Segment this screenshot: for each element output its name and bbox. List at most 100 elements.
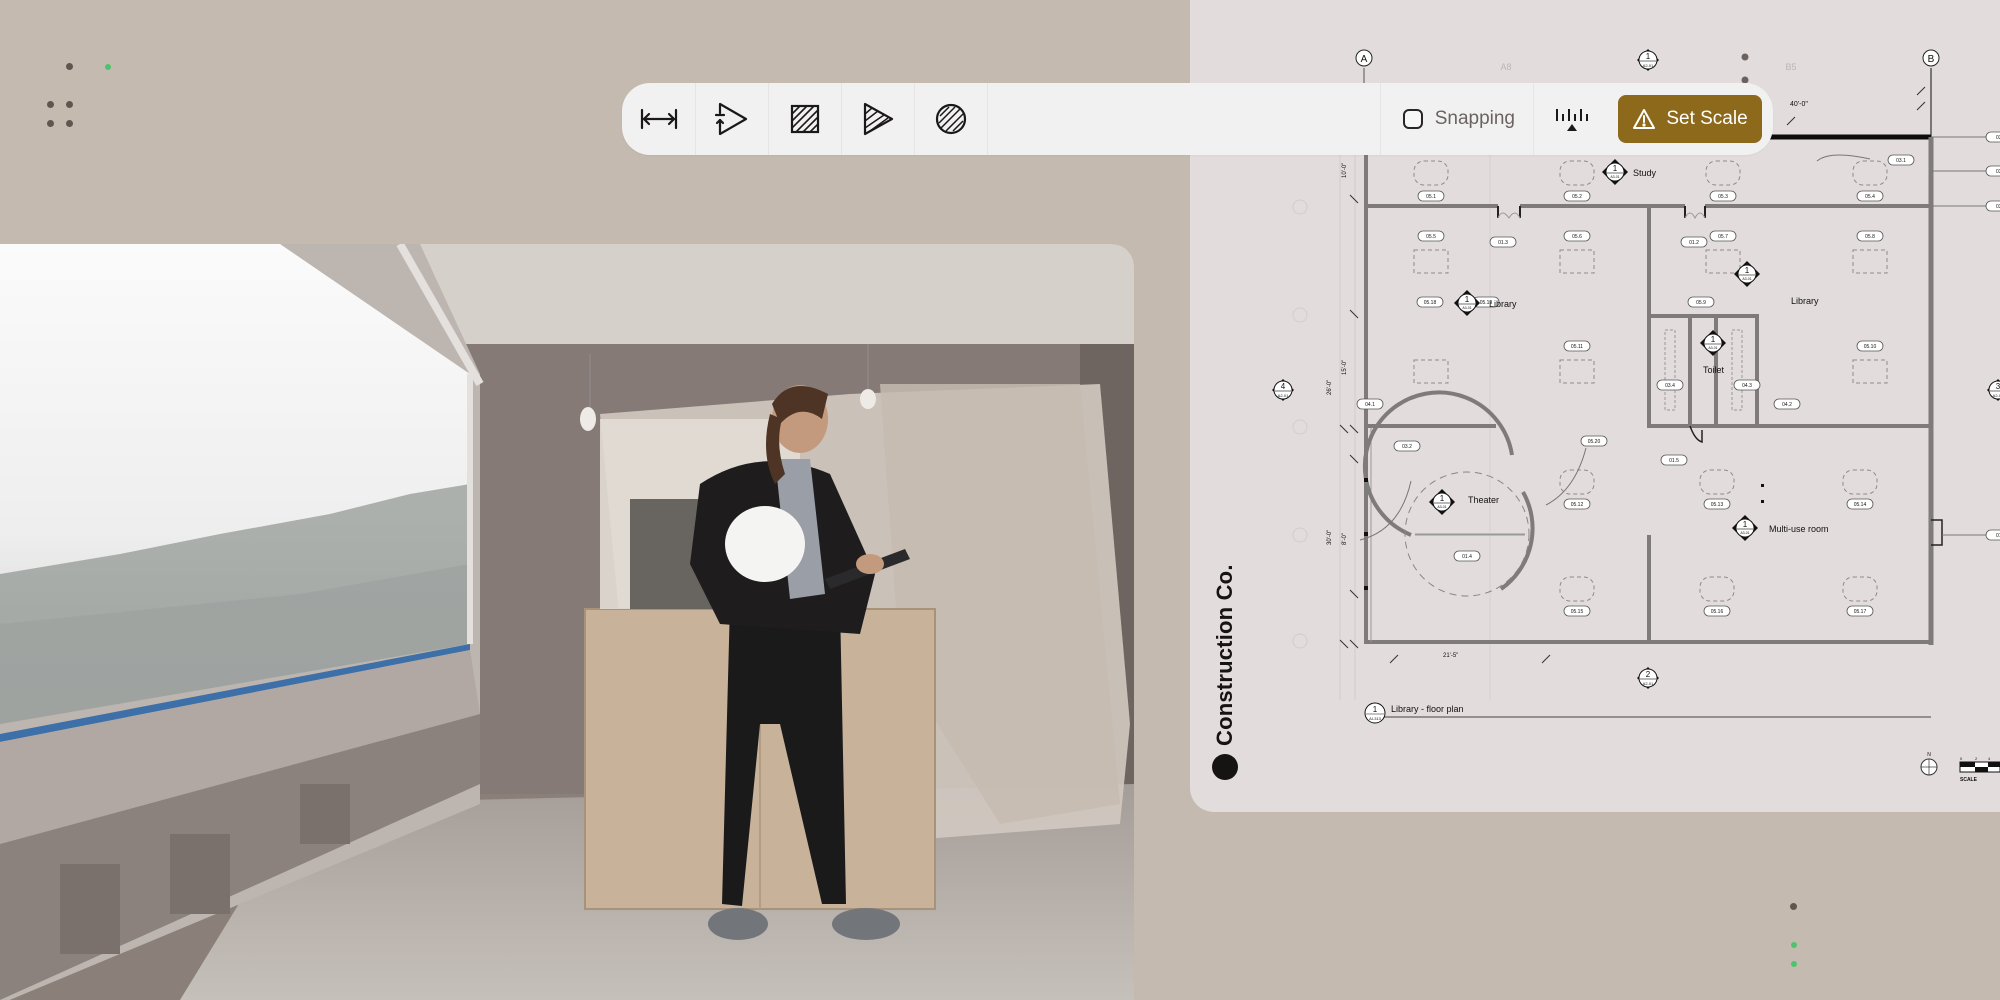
triangle-perimeter-icon (714, 102, 748, 136)
svg-text:A2-01: A2-01 (1643, 681, 1654, 686)
equipment-tag: 05.3 (1709, 190, 1737, 202)
room-reference-marker: 1 A3-01 (1602, 159, 1628, 185)
construction-site-photo (0, 244, 1134, 1000)
svg-text:2: 2 (1975, 756, 1978, 761)
svg-text:A: A (1361, 54, 1368, 65)
equipment-tag: 05.20 (1580, 435, 1608, 447)
equipment-tag: 05.6 (1563, 230, 1591, 242)
svg-text:04.2: 04.2 (1782, 402, 1792, 408)
decor-dot-green (105, 64, 111, 70)
set-scale-button[interactable]: Set Scale (1618, 95, 1762, 143)
svg-text:03.4: 03.4 (1665, 383, 1675, 389)
section-marker: 3 A2-01 (1987, 379, 2000, 401)
dimension-arrows-icon (640, 108, 677, 130)
equipment-tag: 05.5 (1417, 230, 1445, 242)
room-label: Toilet (1703, 365, 1725, 375)
hatched-triangle-icon (863, 102, 894, 136)
brand-dot-icon (1212, 754, 1238, 780)
dimension-bottom: 21'-5" (1443, 653, 1458, 659)
room-label: Theater (1468, 495, 1499, 505)
warning-icon (1633, 109, 1656, 129)
svg-text:01.4: 01.4 (1462, 554, 1472, 560)
svg-text:01.3: 01.3 (1498, 240, 1508, 246)
scale-tool-button[interactable] (1534, 83, 1610, 155)
equipment-tag: 03. (1985, 200, 2000, 212)
svg-text:B: B (1928, 54, 1935, 65)
svg-text:1: 1 (1440, 494, 1445, 503)
equipment-tag: 05.10 (1856, 340, 1884, 352)
svg-text:1: 1 (1745, 266, 1750, 275)
scale-bar: 0 2 4 SCALE (1959, 756, 2000, 783)
svg-text:05.2: 05.2 (1572, 194, 1582, 200)
grid-label-b5: B5 (1785, 62, 1796, 72)
hatch-triangle-tool[interactable] (842, 83, 915, 155)
equipment-tag: 05.15 (1563, 605, 1591, 617)
svg-text:A2-01: A2-01 (1643, 63, 1654, 68)
svg-text:N: N (1927, 752, 1931, 758)
svg-text:A2-01: A2-01 (1278, 393, 1289, 398)
equipment-tag: 03.2 (1985, 165, 2000, 177)
svg-text:03.: 03. (1996, 204, 2000, 210)
svg-text:03.: 03. (1996, 135, 2000, 141)
hatched-square-icon (790, 104, 820, 134)
brand-logo: Construction Co. (1212, 564, 1238, 780)
svg-text:1: 1 (1613, 164, 1618, 173)
snapping-checkbox[interactable] (1402, 109, 1423, 129)
hatch-rectangle-tool[interactable] (769, 83, 842, 155)
room-label: Library (1489, 299, 1517, 309)
svg-text:03.2: 03.2 (1996, 169, 2000, 175)
svg-text:01.: 01. (1996, 533, 2000, 539)
svg-text:05.18: 05.18 (1424, 300, 1437, 306)
equipment-tag: 05.12 (1563, 498, 1591, 510)
decor-dot (47, 101, 54, 108)
decor-dot-green (1791, 942, 1797, 948)
room-reference-marker: 1 A3-01 (1734, 261, 1760, 287)
svg-text:05.11: 05.11 (1571, 344, 1583, 350)
dimension-left: 15'-0" (1342, 360, 1348, 375)
svg-text:A3-01: A3-01 (1708, 346, 1717, 350)
svg-text:05.7: 05.7 (1718, 234, 1728, 240)
equipment-tag: 03.4 (1656, 379, 1684, 391)
snapping-toggle[interactable]: Snapping (1379, 83, 1534, 155)
svg-text:1: 1 (1743, 520, 1748, 529)
svg-text:05.15: 05.15 (1571, 609, 1584, 615)
equipment-tag: 05.17 (1846, 605, 1874, 617)
equipment-tag: 05.18 (1416, 296, 1444, 308)
dimension-left: 30'-0" (1327, 530, 1333, 545)
svg-text:04.3: 04.3 (1742, 383, 1752, 389)
dimension-top: 40'-0" (1790, 101, 1808, 108)
snapping-label: Snapping (1434, 108, 1515, 129)
equipment-tag: 05.2 (1563, 190, 1591, 202)
svg-text:A3-01: A3-01 (1740, 531, 1749, 535)
svg-text:05.13: 05.13 (1711, 502, 1724, 508)
equipment-tag: 01.4 (1453, 550, 1481, 562)
section-marker: 2 A2-01 (1637, 667, 1659, 689)
area-perimeter-tool[interactable] (696, 83, 769, 155)
svg-text:05.6: 05.6 (1572, 234, 1582, 240)
equipment-tag: 01.3 (1489, 236, 1517, 248)
svg-text:1: 1 (1373, 705, 1378, 714)
hatch-circle-tool[interactable] (915, 83, 988, 155)
svg-text:05.4: 05.4 (1865, 194, 1875, 200)
equipment-tag: 03.1 (1887, 154, 1915, 166)
room-reference-marker: 1 A3-01 (1429, 489, 1455, 515)
dimension-left: 10'-0" (1342, 163, 1348, 178)
ruler-scale-icon (1556, 109, 1588, 131)
svg-text:2: 2 (1646, 670, 1651, 679)
decor-dot (66, 120, 73, 127)
equipment-tag: 05.8 (1856, 230, 1884, 242)
brand-name: Construction Co. (1212, 564, 1237, 746)
decor-dot (66, 63, 73, 70)
svg-text:05.12: 05.12 (1571, 502, 1584, 508)
svg-text:1: 1 (1465, 295, 1470, 304)
equipment-tag: 05.9 (1687, 296, 1715, 308)
measure-length-tool[interactable] (622, 83, 696, 155)
room-label: Library (1791, 296, 1819, 306)
svg-text:3: 3 (1996, 382, 2000, 391)
room-reference-marker: 1 A3-01 (1732, 515, 1758, 541)
svg-text:1: 1 (1711, 335, 1716, 344)
svg-text:05.5: 05.5 (1426, 234, 1436, 240)
svg-text:05.8: 05.8 (1865, 234, 1875, 240)
north-arrow-icon: N (1920, 752, 1938, 776)
svg-text:05.14: 05.14 (1854, 502, 1867, 508)
